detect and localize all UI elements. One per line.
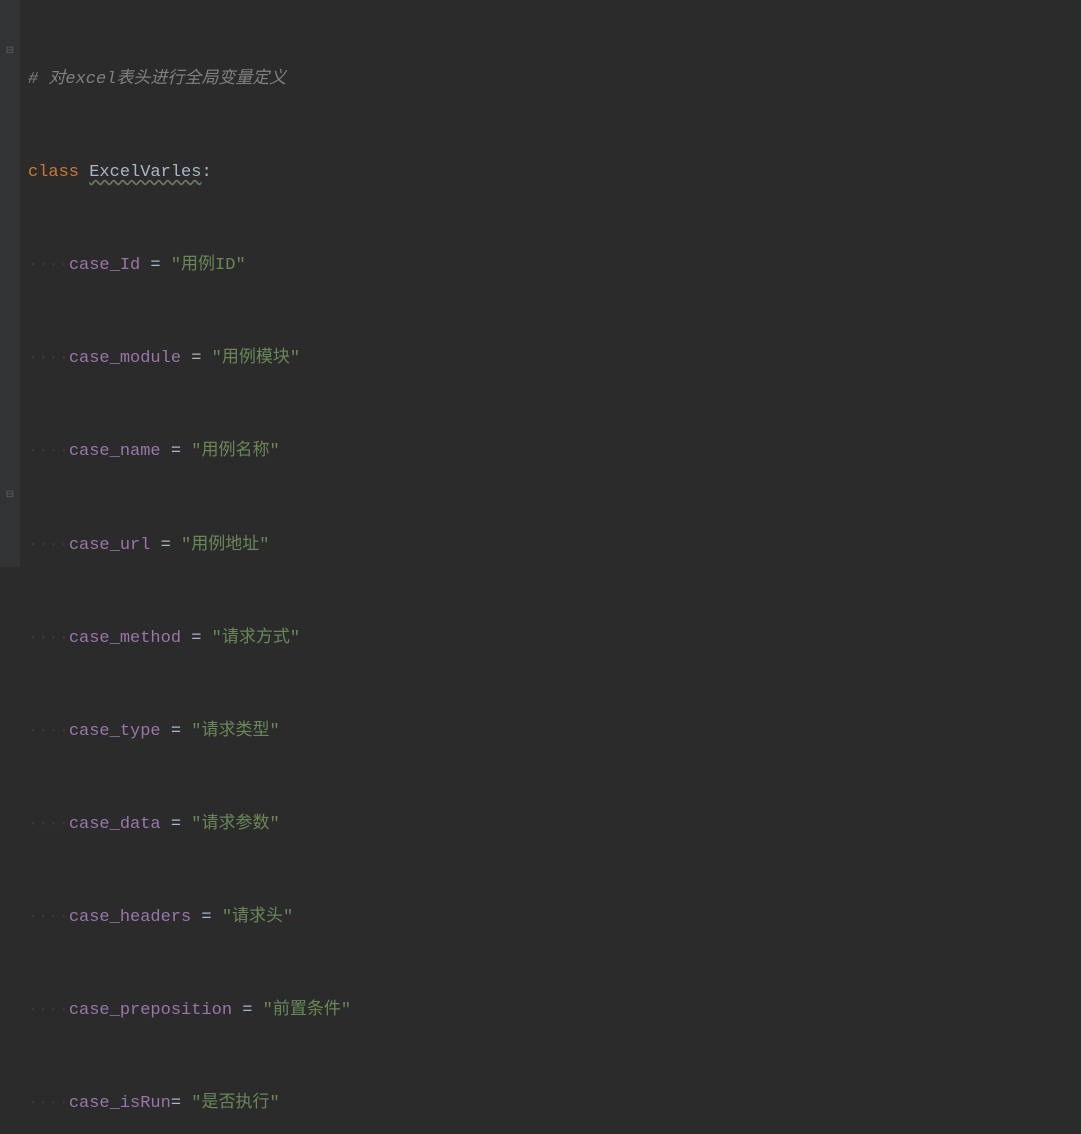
string-literal: "用例地址" bbox=[181, 537, 269, 556]
string-literal: "用例模块" bbox=[212, 350, 300, 369]
string-literal: "请求参数" bbox=[191, 816, 279, 835]
op-eq: = bbox=[161, 443, 192, 462]
code-line-assign: case_module = "用例模块" bbox=[28, 341, 1081, 378]
code-line-assign: case_name = "用例名称" bbox=[28, 434, 1081, 471]
fold-end-icon[interactable]: ⊟ bbox=[4, 490, 16, 502]
code-line-assign: case_type = "请求类型" bbox=[28, 714, 1081, 751]
code-line-comment: # 对excel表头进行全局变量定义 bbox=[28, 62, 1081, 99]
op-eq: = bbox=[181, 630, 212, 649]
op-eq: = bbox=[161, 723, 192, 742]
string-literal: "请求头" bbox=[222, 909, 293, 928]
string-literal: "用例ID" bbox=[171, 257, 246, 276]
code-line-assign: case_data = "请求参数" bbox=[28, 807, 1081, 844]
string-literal: "请求类型" bbox=[191, 723, 279, 742]
code-line-classdef: class ExcelVarles: bbox=[28, 155, 1081, 192]
attr-name: case_type bbox=[69, 723, 161, 742]
keyword-class: class bbox=[28, 164, 79, 183]
comment-text: # 对excel表头进行全局变量定义 bbox=[28, 71, 286, 90]
code-line-assign: case_headers = "请求头" bbox=[28, 900, 1081, 937]
code-editor[interactable]: # 对excel表头进行全局变量定义 class ExcelVarles: ca… bbox=[20, 0, 1081, 567]
code-line-assign: case_method = "请求方式" bbox=[28, 620, 1081, 657]
string-literal: "前置条件" bbox=[263, 1002, 351, 1021]
op-eq: = bbox=[161, 816, 192, 835]
editor-gutter: ⊟ ⊟ bbox=[0, 0, 20, 567]
attr-name: case_method bbox=[69, 630, 181, 649]
code-line-assign: case_Id = "用例ID" bbox=[28, 248, 1081, 285]
class-name: ExcelVarles bbox=[89, 164, 201, 183]
string-literal: "请求方式" bbox=[212, 630, 300, 649]
attr-name: case_module bbox=[69, 350, 181, 369]
attr-name: case_preposition bbox=[69, 1002, 232, 1021]
attr-name: case_Id bbox=[69, 257, 140, 276]
op-eq: = bbox=[150, 537, 181, 556]
fold-start-icon[interactable]: ⊟ bbox=[4, 46, 16, 58]
code-line-assign: case_url = "用例地址" bbox=[28, 527, 1081, 564]
colon: : bbox=[201, 164, 211, 183]
op-eq: = bbox=[171, 1095, 191, 1114]
attr-name: case_headers bbox=[69, 909, 191, 928]
op-eq: = bbox=[232, 1002, 263, 1021]
op-eq: = bbox=[191, 909, 222, 928]
attr-name: case_isRun bbox=[69, 1095, 171, 1114]
string-literal: "是否执行" bbox=[191, 1095, 279, 1114]
op-eq: = bbox=[181, 350, 212, 369]
op-eq: = bbox=[140, 257, 171, 276]
attr-name: case_data bbox=[69, 816, 161, 835]
code-line-assign: case_preposition = "前置条件" bbox=[28, 993, 1081, 1030]
code-line-assign: case_isRun= "是否执行" bbox=[28, 1086, 1081, 1123]
attr-name: case_url bbox=[69, 537, 151, 556]
attr-name: case_name bbox=[69, 443, 161, 462]
string-literal: "用例名称" bbox=[191, 443, 279, 462]
